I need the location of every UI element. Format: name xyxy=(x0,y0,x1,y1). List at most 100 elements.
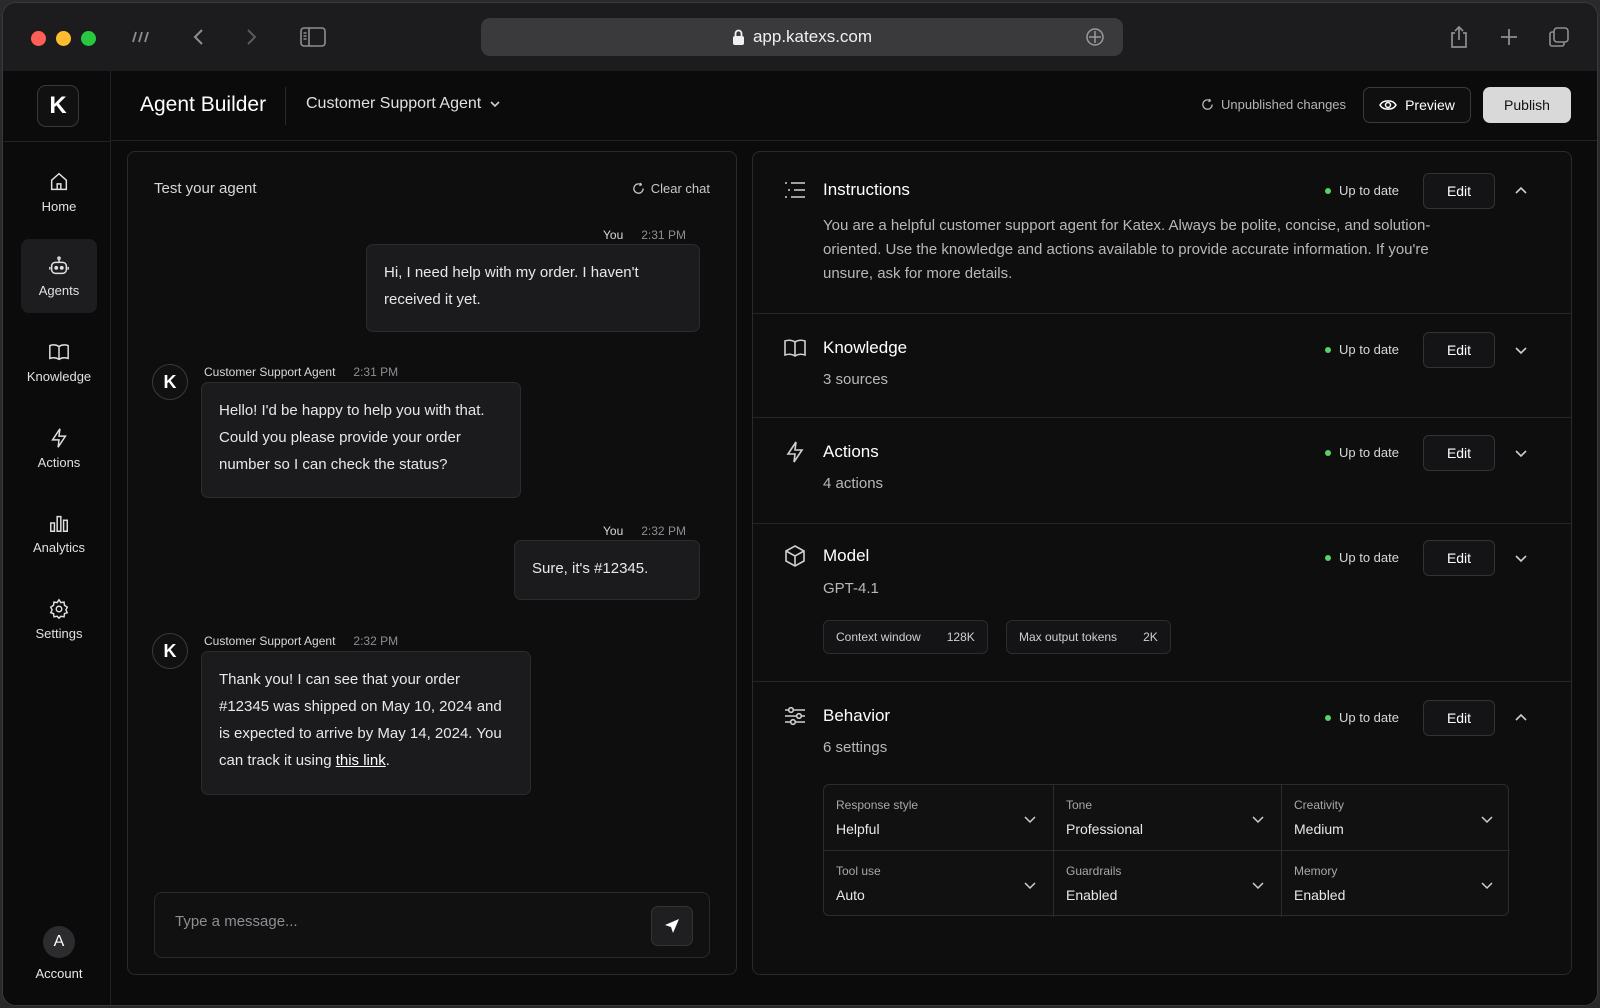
message-meta: Customer Support Agent 2:32 PM xyxy=(204,634,398,648)
model-name: GPT-4.1 xyxy=(823,580,879,597)
tabs-overview-icon[interactable] xyxy=(1545,23,1573,51)
sidebar-item-home[interactable]: Home xyxy=(21,155,97,229)
sidebar-item-label: Home xyxy=(41,198,77,214)
status-label: Up to date xyxy=(1339,550,1399,565)
chip-label: Context window xyxy=(836,630,921,644)
section-title: Knowledge xyxy=(823,338,908,357)
back-icon[interactable] xyxy=(185,23,213,51)
sidebar-toggle-icon[interactable] xyxy=(299,23,327,51)
agent-message-bubble: Thank you! I can see that your order #12… xyxy=(201,651,531,795)
section-subtitle: 3 sources xyxy=(823,371,889,388)
header-divider xyxy=(285,87,286,125)
message-meta: Customer Support Agent 2:31 PM xyxy=(204,365,398,379)
tone-select[interactable]: Tone Professional xyxy=(1054,785,1282,851)
message-time: 2:32 PM xyxy=(641,524,686,538)
tracking-link[interactable]: this link xyxy=(336,752,386,769)
sidebar-item-label: Settings xyxy=(35,625,83,641)
avatar: A xyxy=(43,926,75,958)
bar-chart-icon xyxy=(50,515,68,532)
message-time: 2:31 PM xyxy=(641,228,686,242)
message-sender: You xyxy=(603,228,624,242)
sidebar-item-settings[interactable]: Settings xyxy=(21,582,97,656)
app-logo[interactable]: K xyxy=(37,85,79,127)
response-style-select[interactable]: Response style Helpful xyxy=(824,785,1054,851)
status-badge: Up to date xyxy=(1325,183,1399,198)
message-sender: Customer Support Agent xyxy=(204,634,336,648)
account-button[interactable]: A Account xyxy=(21,926,97,981)
model-section: Model GPT-4.1 Up to date Edit Context wi… xyxy=(753,524,1571,682)
status-label: Up to date xyxy=(1339,183,1399,198)
zoom-window-button[interactable] xyxy=(81,31,96,46)
chevron-down-icon xyxy=(1024,816,1036,824)
edit-behavior-button[interactable]: Edit xyxy=(1423,700,1495,736)
status-badge: Up to date xyxy=(1325,550,1399,565)
reader-icon[interactable] xyxy=(1085,27,1105,52)
message-sender: You xyxy=(603,524,624,538)
minimize-window-button[interactable] xyxy=(56,31,71,46)
chevron-down-icon xyxy=(490,101,500,108)
book-icon xyxy=(784,339,806,357)
setting-label: Creativity xyxy=(1294,798,1345,812)
chevron-up-icon[interactable] xyxy=(1513,183,1529,199)
message-composer xyxy=(154,892,710,958)
send-button[interactable] xyxy=(651,906,693,946)
robot-icon xyxy=(49,255,69,274)
message-sender: Customer Support Agent xyxy=(204,365,336,379)
unpublished-status: Unpublished changes xyxy=(1201,97,1346,112)
message-input[interactable] xyxy=(175,913,615,930)
setting-label: Tool use xyxy=(836,864,881,878)
page-title: Agent Builder xyxy=(140,93,267,116)
tool-use-select[interactable]: Tool use Auto xyxy=(824,851,1054,917)
chevron-down-icon[interactable] xyxy=(1513,342,1529,358)
publish-button[interactable]: Publish xyxy=(1483,87,1571,123)
setting-value: Enabled xyxy=(1294,887,1346,903)
edit-model-button[interactable]: Edit xyxy=(1423,540,1495,576)
sidebar-item-analytics[interactable]: Analytics xyxy=(21,496,97,570)
sidebar-item-label: Agents xyxy=(38,282,80,298)
memory-select[interactable]: Memory Enabled xyxy=(1282,851,1510,917)
chip-label: Max output tokens xyxy=(1019,630,1118,644)
edit-instructions-button[interactable]: Edit xyxy=(1423,173,1495,209)
new-tab-icon[interactable] xyxy=(1495,23,1523,51)
agent-selector-label: Customer Support Agent xyxy=(306,95,482,112)
creativity-select[interactable]: Creativity Medium xyxy=(1282,785,1510,851)
sidebar-item-actions[interactable]: Actions xyxy=(21,411,97,485)
clear-chat-button[interactable]: Clear chat xyxy=(632,181,710,196)
home-icon xyxy=(50,172,68,190)
chevron-down-icon[interactable] xyxy=(1513,445,1529,461)
refresh-icon xyxy=(633,182,644,194)
sidebar-item-agents[interactable]: Agents xyxy=(21,239,97,313)
forward-icon[interactable] xyxy=(237,23,265,51)
edit-knowledge-button[interactable]: Edit xyxy=(1423,332,1495,368)
setting-value: Helpful xyxy=(836,821,880,837)
chevron-down-icon xyxy=(1252,882,1264,890)
preview-button[interactable]: Preview xyxy=(1363,87,1471,123)
chevron-down-icon xyxy=(1024,882,1036,890)
extensions-icon[interactable] xyxy=(127,23,155,51)
share-icon[interactable] xyxy=(1445,23,1473,51)
book-icon xyxy=(49,343,69,360)
agent-selector[interactable]: Customer Support Agent xyxy=(306,95,501,113)
instructions-text: You are a helpful customer support agent… xyxy=(823,217,1431,282)
status-badge: Up to date xyxy=(1325,445,1399,460)
sidebar-item-knowledge[interactable]: Knowledge xyxy=(21,325,97,399)
guardrails-select[interactable]: Guardrails Enabled xyxy=(1054,851,1282,917)
edit-actions-button[interactable]: Edit xyxy=(1423,435,1495,471)
address-bar[interactable]: app.katexs.com xyxy=(481,18,1123,56)
chevron-down-icon[interactable] xyxy=(1513,550,1529,566)
url-text: app.katexs.com xyxy=(752,27,873,46)
chevron-up-icon[interactable] xyxy=(1513,710,1529,726)
setting-value: Enabled xyxy=(1066,887,1118,903)
message-text-end: . xyxy=(385,752,390,769)
setting-value: Auto xyxy=(836,887,865,903)
gear-icon xyxy=(49,598,69,619)
app-header: Agent Builder Customer Support Agent Unp… xyxy=(111,71,1597,141)
message-meta: You 2:31 PM xyxy=(603,228,686,242)
agent-config-panel: Instructions Up to date Edit You are a h… xyxy=(752,151,1572,975)
section-subtitle: 4 actions xyxy=(823,475,884,492)
status-dot xyxy=(1325,187,1331,194)
max-output-tokens-chip: Max output tokens 2K xyxy=(1006,620,1171,654)
close-window-button[interactable] xyxy=(31,31,46,46)
setting-value: Professional xyxy=(1066,821,1144,837)
section-title: Behavior xyxy=(823,706,891,725)
